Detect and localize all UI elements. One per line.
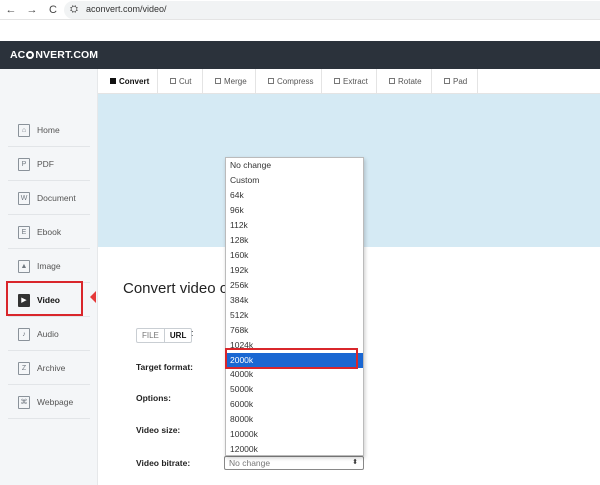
checkbox-icon <box>215 78 221 84</box>
site-settings-icon[interactable]: ⛭ <box>70 4 82 16</box>
checkbox-icon <box>268 78 274 84</box>
sidebar-item-label: Home <box>37 125 60 135</box>
reload-icon[interactable]: C <box>45 2 61 18</box>
dropdown-option[interactable]: 768k <box>226 323 363 338</box>
checkbox-icon <box>389 78 395 84</box>
dropdown-option[interactable]: 10000k <box>226 427 363 442</box>
tab-label: Convert <box>119 77 150 86</box>
ebook-icon: E <box>18 226 30 239</box>
tab-label: Rotate <box>398 77 422 86</box>
sidebar-item-home[interactable]: ⌂ Home <box>8 113 90 147</box>
dropdown-option[interactable]: 64k <box>226 188 363 203</box>
archive-icon: Z <box>18 362 30 375</box>
video-bitrate-select[interactable]: No change ⬍ <box>224 456 364 470</box>
address-bar[interactable]: ⛭ aconvert.com/video/ <box>64 1 600 19</box>
site-header: AC NVERT.COM <box>0 41 600 69</box>
image-icon: ▲ <box>18 260 30 273</box>
url-button[interactable]: URL <box>165 329 191 342</box>
annotation-highlight-video <box>6 281 83 316</box>
tab-label: Pad <box>453 77 468 86</box>
tab-convert[interactable]: Convert <box>98 69 158 94</box>
audio-icon: ♪ <box>18 328 30 341</box>
sidebar-item-label: PDF <box>37 159 54 169</box>
back-arrow-icon[interactable]: ← <box>3 2 19 18</box>
pdf-icon: P <box>18 158 30 171</box>
bitrate-dropdown-list: No change Custom 64k 96k 112k 128k 160k … <box>225 157 364 456</box>
home-icon: ⌂ <box>18 124 30 137</box>
dropdown-option[interactable]: 8000k <box>226 412 363 427</box>
sidebar-item-ebook[interactable]: E Ebook <box>8 215 90 249</box>
logo-o-icon <box>26 51 35 59</box>
sidebar-item-label: Document <box>37 193 76 203</box>
select-caret-icon: ⬍ <box>352 459 358 466</box>
dropdown-option[interactable]: 112k <box>226 218 363 233</box>
dropdown-option[interactable]: 4000k <box>226 367 363 382</box>
sidebar-item-label: Archive <box>37 363 66 373</box>
dropdown-option[interactable]: 160k <box>226 248 363 263</box>
sidebar-item-label: Audio <box>37 329 59 339</box>
logo-text-prefix: AC <box>10 49 26 61</box>
annotation-highlight-option <box>225 348 358 369</box>
dropdown-option[interactable]: 256k <box>226 278 363 293</box>
video-bitrate-label: Video bitrate: <box>136 458 191 468</box>
tab-compress[interactable]: Compress <box>256 69 322 94</box>
source-colon: : <box>191 328 194 338</box>
checkbox-icon <box>110 78 116 84</box>
sidebar-item-label: Ebook <box>37 227 62 237</box>
sidebar-item-label: Image <box>37 261 61 271</box>
sidebar-item-image[interactable]: ▲ Image <box>8 249 90 283</box>
dropdown-option[interactable]: 128k <box>226 233 363 248</box>
dropdown-option[interactable]: 96k <box>226 203 363 218</box>
tab-label: Cut <box>179 77 192 86</box>
site-logo[interactable]: AC NVERT.COM <box>10 49 98 61</box>
dropdown-option[interactable]: 512k <box>226 308 363 323</box>
dropdown-option[interactable]: 12000k <box>226 442 363 457</box>
select-value: No change <box>229 458 271 468</box>
tab-label: Merge <box>224 77 247 86</box>
browser-toolbar: ← → C ⛭ aconvert.com/video/ <box>0 0 600 20</box>
dropdown-option[interactable]: No change <box>226 158 363 173</box>
url-text[interactable]: aconvert.com/video/ <box>86 4 167 14</box>
sidebar-item-pdf[interactable]: P PDF <box>8 147 90 181</box>
tab-label: Extract <box>343 77 368 86</box>
active-pointer-icon <box>90 291 96 303</box>
checkbox-icon <box>170 78 176 84</box>
dropdown-option[interactable]: 192k <box>226 263 363 278</box>
tab-merge[interactable]: Merge <box>203 69 256 94</box>
tab-rotate[interactable]: Rotate <box>377 69 432 94</box>
page-gap <box>0 20 600 41</box>
checkbox-icon <box>444 78 450 84</box>
tab-label: Compress <box>277 77 314 86</box>
logo-text-suffix: NVERT.COM <box>35 49 99 61</box>
sidebar: ⌂ Home P PDF W Document E Ebook ▲ Image … <box>0 69 98 485</box>
dropdown-option[interactable]: 5000k <box>226 382 363 397</box>
target-format-label: Target format: <box>136 362 193 372</box>
video-size-label: Video size: <box>136 425 181 435</box>
file-button[interactable]: FILE <box>137 329 165 342</box>
tab-pad[interactable]: Pad <box>432 69 478 94</box>
tab-extract[interactable]: Extract <box>322 69 377 94</box>
sidebar-item-audio[interactable]: ♪ Audio <box>8 317 90 351</box>
sidebar-item-archive[interactable]: Z Archive <box>8 351 90 385</box>
dropdown-option[interactable]: 384k <box>226 293 363 308</box>
sidebar-item-label: Webpage <box>37 397 74 407</box>
sidebar-item-document[interactable]: W Document <box>8 181 90 215</box>
tab-cut[interactable]: Cut <box>158 69 203 94</box>
tool-tabs: Convert Cut Merge Compress Extract Rotat… <box>98 69 600 94</box>
forward-arrow-icon[interactable]: → <box>24 2 40 18</box>
sidebar-item-webpage[interactable]: ⌘ Webpage <box>8 385 90 419</box>
dropdown-option[interactable]: 6000k <box>226 397 363 412</box>
checkbox-icon <box>334 78 340 84</box>
document-icon: W <box>18 192 30 205</box>
webpage-icon: ⌘ <box>18 396 30 409</box>
source-toggle: FILE URL <box>136 328 193 343</box>
options-label: Options: <box>136 393 171 403</box>
dropdown-option[interactable]: Custom <box>226 173 363 188</box>
page-title: Convert video or <box>123 280 234 297</box>
